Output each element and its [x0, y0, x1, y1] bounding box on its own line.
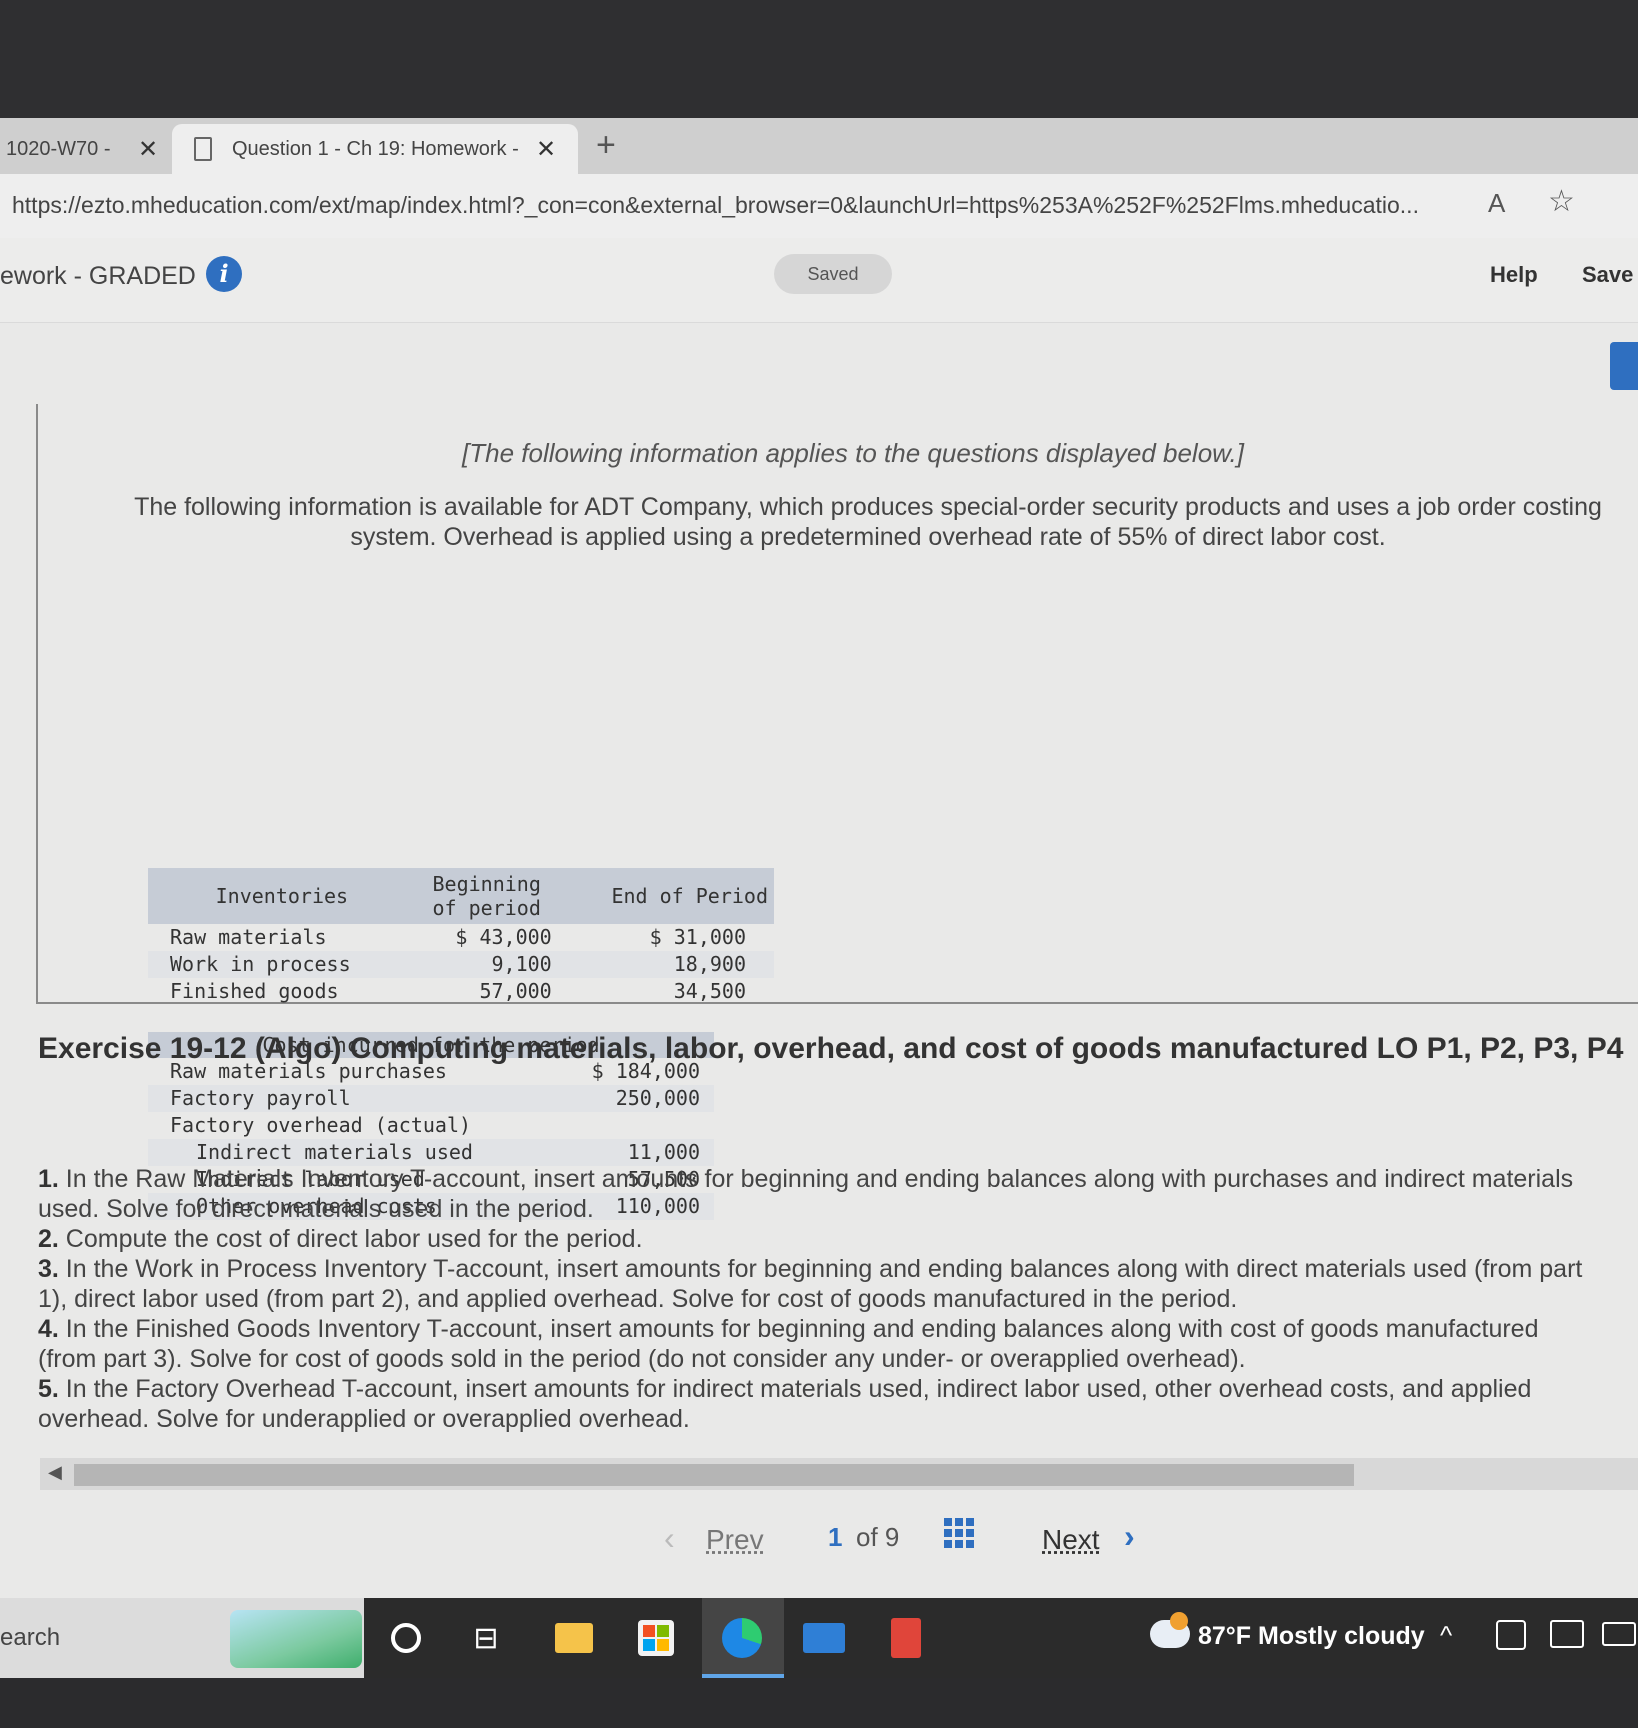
column-header: Beginning of period — [415, 868, 558, 924]
document-icon — [194, 137, 212, 161]
screen: 1020-W70 - ✕ Question 1 - Ch 19: Homewor… — [0, 118, 1638, 1678]
table-row: Raw materials $ 43,000 $ 31,000 — [148, 924, 774, 951]
assignment-header: ework - GRADED i Saved Help Save — [0, 238, 1638, 323]
table-row: Work in process 9,100 18,900 — [148, 951, 774, 978]
step-number: 5. — [38, 1375, 59, 1403]
mail-icon[interactable] — [802, 1616, 846, 1660]
scroll-left-icon[interactable]: ◀ — [48, 1462, 62, 1483]
file-explorer-icon[interactable] — [552, 1616, 596, 1660]
inventory-table: Inventories Beginning of period End of P… — [148, 868, 774, 1005]
step-text: In the Work in Process Inventory T-accou… — [38, 1255, 1583, 1313]
horizontal-scrollbar[interactable]: ◀ — [40, 1458, 1638, 1490]
url-input[interactable]: https://ezto.mheducation.com/ext/map/ind… — [12, 192, 1472, 219]
exercise-steps: 1. In the Raw Materials Inventory T-acco… — [38, 1164, 1598, 1434]
step-text: In the Finished Goods Inventory T-accoun… — [38, 1315, 1539, 1373]
chevron-left-icon[interactable]: ‹ — [664, 1520, 675, 1557]
table-cell: Raw materials — [170, 925, 327, 949]
save-button[interactable]: Save — [1582, 262, 1633, 288]
store-icon[interactable] — [634, 1616, 678, 1660]
battery-icon[interactable] — [1602, 1622, 1636, 1646]
tab-course[interactable]: 1020-W70 - ✕ — [0, 124, 170, 174]
info-icon[interactable]: i — [206, 256, 242, 292]
monitor-bezel-top — [0, 0, 1638, 118]
table-cell: 250,000 — [555, 1085, 714, 1112]
step-text: In the Raw Materials Inventory T-account… — [38, 1165, 1574, 1223]
assignment-title: ework - GRADED — [0, 262, 196, 290]
table-cell: 11,000 — [555, 1139, 714, 1166]
table-row: Indirect materials used 11,000 — [148, 1139, 714, 1166]
info-box: [The following information applies to th… — [36, 404, 1638, 1220]
step-number: 2. — [38, 1225, 59, 1253]
step-number: 4. — [38, 1315, 59, 1343]
current-page-number: 1 — [828, 1522, 843, 1552]
table-cell: $ 43,000 — [455, 925, 552, 949]
list-item: 2. Compute the cost of direct labor used… — [38, 1224, 1598, 1254]
star-add-icon[interactable]: ☆ — [1548, 184, 1575, 219]
step-text: Compute the cost of direct labor used fo… — [58, 1225, 643, 1253]
table-cell — [556, 1112, 714, 1139]
close-tab-icon[interactable]: ✕ — [138, 135, 158, 164]
prev-button[interactable]: Prev — [706, 1524, 764, 1556]
table-cell: Work in process — [148, 951, 416, 978]
read-aloud-icon[interactable]: A — [1488, 188, 1505, 219]
list-item: 4. In the Finished Goods Inventory T-acc… — [38, 1314, 1598, 1374]
monitor-bezel-bottom — [0, 1678, 1638, 1728]
weather-cloud-icon[interactable] — [1150, 1612, 1190, 1648]
table-row: Factory overhead (actual) — [148, 1112, 714, 1139]
table-cell: $ 31,000 — [649, 925, 746, 949]
list-item: 3. In the Work in Process Inventory T-ac… — [38, 1254, 1598, 1314]
cortana-icon[interactable] — [384, 1616, 428, 1660]
edge-browser-icon[interactable] — [720, 1616, 764, 1660]
table-row: Factory payroll 250,000 — [148, 1085, 714, 1112]
address-bar: https://ezto.mheducation.com/ext/map/ind… — [0, 174, 1638, 239]
table-header-row: Inventories Beginning of period End of P… — [148, 868, 774, 924]
page-total: of 9 — [856, 1522, 900, 1552]
table-cell: Indirect materials used — [148, 1139, 556, 1166]
table-cell: 34,500 — [673, 979, 746, 1003]
side-panel-tab[interactable] — [1610, 342, 1638, 390]
table-cell: Factory payroll — [148, 1085, 556, 1112]
office-icon[interactable] — [884, 1616, 928, 1660]
column-header: Inventories — [148, 868, 416, 924]
next-button[interactable]: Next — [1042, 1524, 1100, 1556]
table-cell: Factory overhead (actual) — [170, 1113, 472, 1137]
taskbar-search[interactable]: earch — [0, 1624, 60, 1652]
saved-status-badge: Saved — [774, 254, 892, 294]
chevron-right-icon[interactable]: › — [1124, 1518, 1135, 1555]
table-cell: Finished goods — [170, 979, 339, 1003]
table-row: Finished goods 57,000 34,500 — [148, 978, 774, 1005]
step-number: 3. — [38, 1255, 59, 1283]
table-cell: 18,900 — [557, 951, 774, 978]
step-text: In the Factory Overhead T-account, inser… — [38, 1375, 1532, 1433]
task-view-icon[interactable]: ⊟ — [464, 1616, 508, 1660]
chevron-up-icon[interactable]: ^ — [1440, 1620, 1452, 1651]
column-header: End of Period — [557, 868, 774, 924]
step-number: 1. — [38, 1165, 59, 1193]
table-cell: 9,100 — [415, 951, 558, 978]
taskbar: earch ⊟ 87°F Mostly cloudy ^ — [0, 1598, 1638, 1678]
new-tab-button[interactable]: + — [596, 128, 616, 162]
intro-text: The following information is available f… — [134, 493, 1602, 551]
grid-icon[interactable] — [944, 1518, 974, 1548]
list-item: 1. In the Raw Materials Inventory T-acco… — [38, 1164, 1598, 1224]
list-item: 5. In the Factory Overhead T-account, in… — [38, 1374, 1598, 1434]
exercise-title: Exercise 19-12 (Algo) Computing material… — [38, 1032, 1624, 1065]
meet-icon[interactable] — [1496, 1620, 1526, 1650]
applies-note: [The following information applies to th… — [462, 438, 1244, 468]
help-button[interactable]: Help — [1490, 262, 1538, 288]
tab-strip: 1020-W70 - ✕ Question 1 - Ch 19: Homewor… — [0, 118, 1638, 174]
scrollbar-thumb[interactable] — [74, 1464, 1354, 1486]
weather-widget[interactable]: 87°F Mostly cloudy — [1198, 1622, 1425, 1651]
close-tab-icon[interactable]: ✕ — [536, 135, 556, 164]
display-icon[interactable] — [1550, 1620, 1584, 1648]
tab-course-label: 1020-W70 - — [6, 137, 111, 160]
search-highlight-icon — [230, 1610, 362, 1668]
tab-question-label: Question 1 - Ch 19: Homework - — [232, 137, 519, 160]
table-cell: 57,000 — [479, 979, 552, 1003]
tab-question[interactable]: Question 1 - Ch 19: Homework - ✕ — [172, 124, 578, 174]
